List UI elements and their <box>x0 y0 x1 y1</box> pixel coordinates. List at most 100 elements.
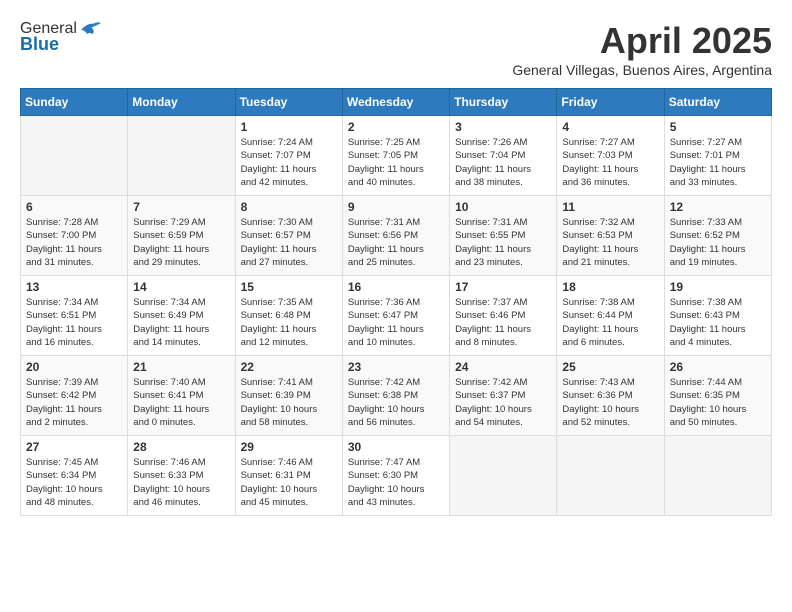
day-number: 3 <box>455 120 551 134</box>
weekday-header-monday: Monday <box>128 89 235 116</box>
day-number: 21 <box>133 360 229 374</box>
calendar-cell: 21Sunrise: 7:40 AM Sunset: 6:41 PM Dayli… <box>128 356 235 436</box>
day-info: Sunrise: 7:47 AM Sunset: 6:30 PM Dayligh… <box>348 456 444 509</box>
calendar-cell: 16Sunrise: 7:36 AM Sunset: 6:47 PM Dayli… <box>342 276 449 356</box>
calendar-cell: 8 Sunrise: 7:30 AM Sunset: 6:57 PM Daylig… <box>235 196 342 276</box>
day-info: Sunrise: 7:34 AM Sunset: 6:49 PM Dayligh… <box>133 296 229 349</box>
day-info: Sunrise: 7:46 AM Sunset: 6:31 PM Dayligh… <box>241 456 337 509</box>
calendar-table: SundayMondayTuesdayWednesdayThursdayFrid… <box>20 88 772 516</box>
day-number: 20 <box>26 360 122 374</box>
day-info: Sunrise: 7:43 AM Sunset: 6:36 PM Dayligh… <box>562 376 658 429</box>
day-number: 17 <box>455 280 551 294</box>
logo-blue-text: Blue <box>20 34 59 55</box>
location-subtitle: General Villegas, Buenos Aires, Argentin… <box>512 62 772 78</box>
day-info: Sunrise: 7:33 AM Sunset: 6:52 PM Dayligh… <box>670 216 766 269</box>
calendar-cell: 14 Sunrise: 7:34 AM Sunset: 6:49 PM Dayli… <box>128 276 235 356</box>
weekday-header-row: SundayMondayTuesdayWednesdayThursdayFrid… <box>21 89 772 116</box>
calendar-cell: 30 Sunrise: 7:47 AM Sunset: 6:30 PM Dayli… <box>342 436 449 516</box>
logo: General Blue <box>20 20 101 55</box>
calendar-cell: 25 Sunrise: 7:43 AM Sunset: 6:36 PM Dayli… <box>557 356 664 436</box>
day-info: Sunrise: 7:26 AM Sunset: 7:04 PM Dayligh… <box>455 136 551 189</box>
day-info: Sunrise: 7:29 AM Sunset: 6:59 PM Dayligh… <box>133 216 229 269</box>
calendar-cell: 19Sunrise: 7:38 AM Sunset: 6:43 PM Dayli… <box>664 276 771 356</box>
day-info: Sunrise: 7:39 AM Sunset: 6:42 PM Dayligh… <box>26 376 122 429</box>
weekday-header-thursday: Thursday <box>450 89 557 116</box>
calendar-cell: 6 Sunrise: 7:28 AM Sunset: 7:00 PM Daylig… <box>21 196 128 276</box>
day-info: Sunrise: 7:30 AM Sunset: 6:57 PM Dayligh… <box>241 216 337 269</box>
day-info: Sunrise: 7:36 AM Sunset: 6:47 PM Dayligh… <box>348 296 444 349</box>
day-number: 24 <box>455 360 551 374</box>
day-info: Sunrise: 7:46 AM Sunset: 6:33 PM Dayligh… <box>133 456 229 509</box>
month-title: April 2025 <box>512 20 772 62</box>
weekday-header-sunday: Sunday <box>21 89 128 116</box>
day-info: Sunrise: 7:38 AM Sunset: 6:44 PM Dayligh… <box>562 296 658 349</box>
calendar-cell: 2Sunrise: 7:25 AM Sunset: 7:05 PM Daylig… <box>342 116 449 196</box>
calendar-cell: 15Sunrise: 7:35 AM Sunset: 6:48 PM Dayli… <box>235 276 342 356</box>
calendar-cell: 27 Sunrise: 7:45 AM Sunset: 6:34 PM Dayli… <box>21 436 128 516</box>
calendar-cell: 12Sunrise: 7:33 AM Sunset: 6:52 PM Dayli… <box>664 196 771 276</box>
day-info: Sunrise: 7:42 AM Sunset: 6:37 PM Dayligh… <box>455 376 551 429</box>
day-number: 25 <box>562 360 658 374</box>
day-number: 5 <box>670 120 766 134</box>
day-info: Sunrise: 7:28 AM Sunset: 7:00 PM Dayligh… <box>26 216 122 269</box>
day-number: 4 <box>562 120 658 134</box>
calendar-cell: 26 Sunrise: 7:44 AM Sunset: 6:35 PM Dayli… <box>664 356 771 436</box>
day-number: 30 <box>348 440 444 454</box>
calendar-cell: 3 Sunrise: 7:26 AM Sunset: 7:04 PM Daylig… <box>450 116 557 196</box>
calendar-week-3: 13Sunrise: 7:34 AM Sunset: 6:51 PM Dayli… <box>21 276 772 356</box>
page-header: General Blue April 2025 General Villegas… <box>20 20 772 78</box>
title-block: April 2025 General Villegas, Buenos Aire… <box>512 20 772 78</box>
calendar-cell: 10Sunrise: 7:31 AM Sunset: 6:55 PM Dayli… <box>450 196 557 276</box>
calendar-cell <box>557 436 664 516</box>
day-info: Sunrise: 7:24 AM Sunset: 7:07 PM Dayligh… <box>241 136 337 189</box>
day-number: 14 <box>133 280 229 294</box>
day-number: 2 <box>348 120 444 134</box>
calendar-cell: 18 Sunrise: 7:38 AM Sunset: 6:44 PM Dayli… <box>557 276 664 356</box>
day-number: 9 <box>348 200 444 214</box>
day-info: Sunrise: 7:44 AM Sunset: 6:35 PM Dayligh… <box>670 376 766 429</box>
day-number: 22 <box>241 360 337 374</box>
calendar-week-2: 6 Sunrise: 7:28 AM Sunset: 7:00 PM Daylig… <box>21 196 772 276</box>
day-number: 11 <box>562 200 658 214</box>
day-info: Sunrise: 7:27 AM Sunset: 7:03 PM Dayligh… <box>562 136 658 189</box>
day-number: 1 <box>241 120 337 134</box>
calendar-cell: 5 Sunrise: 7:27 AM Sunset: 7:01 PM Daylig… <box>664 116 771 196</box>
day-info: Sunrise: 7:45 AM Sunset: 6:34 PM Dayligh… <box>26 456 122 509</box>
day-number: 10 <box>455 200 551 214</box>
day-number: 23 <box>348 360 444 374</box>
day-number: 26 <box>670 360 766 374</box>
day-number: 29 <box>241 440 337 454</box>
calendar-cell: 4 Sunrise: 7:27 AM Sunset: 7:03 PM Daylig… <box>557 116 664 196</box>
day-info: Sunrise: 7:38 AM Sunset: 6:43 PM Dayligh… <box>670 296 766 349</box>
calendar-cell: 29 Sunrise: 7:46 AM Sunset: 6:31 PM Dayli… <box>235 436 342 516</box>
day-info: Sunrise: 7:27 AM Sunset: 7:01 PM Dayligh… <box>670 136 766 189</box>
calendar-cell <box>450 436 557 516</box>
day-info: Sunrise: 7:37 AM Sunset: 6:46 PM Dayligh… <box>455 296 551 349</box>
day-number: 8 <box>241 200 337 214</box>
calendar-week-1: 1 Sunrise: 7:24 AM Sunset: 7:07 PM Daylig… <box>21 116 772 196</box>
day-number: 18 <box>562 280 658 294</box>
calendar-cell: 11 Sunrise: 7:32 AM Sunset: 6:53 PM Dayli… <box>557 196 664 276</box>
day-number: 28 <box>133 440 229 454</box>
day-number: 27 <box>26 440 122 454</box>
day-number: 7 <box>133 200 229 214</box>
calendar-cell: 13Sunrise: 7:34 AM Sunset: 6:51 PM Dayli… <box>21 276 128 356</box>
day-info: Sunrise: 7:31 AM Sunset: 6:56 PM Dayligh… <box>348 216 444 269</box>
calendar-cell: 22Sunrise: 7:41 AM Sunset: 6:39 PM Dayli… <box>235 356 342 436</box>
calendar-cell: 9 Sunrise: 7:31 AM Sunset: 6:56 PM Daylig… <box>342 196 449 276</box>
day-info: Sunrise: 7:32 AM Sunset: 6:53 PM Dayligh… <box>562 216 658 269</box>
calendar-cell: 20 Sunrise: 7:39 AM Sunset: 6:42 PM Dayli… <box>21 356 128 436</box>
day-info: Sunrise: 7:42 AM Sunset: 6:38 PM Dayligh… <box>348 376 444 429</box>
day-number: 13 <box>26 280 122 294</box>
logo-bird-icon <box>79 20 101 38</box>
weekday-header-friday: Friday <box>557 89 664 116</box>
weekday-header-saturday: Saturday <box>664 89 771 116</box>
calendar-cell: 7 Sunrise: 7:29 AM Sunset: 6:59 PM Daylig… <box>128 196 235 276</box>
weekday-header-wednesday: Wednesday <box>342 89 449 116</box>
calendar-week-4: 20 Sunrise: 7:39 AM Sunset: 6:42 PM Dayli… <box>21 356 772 436</box>
day-number: 15 <box>241 280 337 294</box>
calendar-cell: 24 Sunrise: 7:42 AM Sunset: 6:37 PM Dayli… <box>450 356 557 436</box>
calendar-cell: 23 Sunrise: 7:42 AM Sunset: 6:38 PM Dayli… <box>342 356 449 436</box>
calendar-cell: 17 Sunrise: 7:37 AM Sunset: 6:46 PM Dayli… <box>450 276 557 356</box>
day-number: 6 <box>26 200 122 214</box>
